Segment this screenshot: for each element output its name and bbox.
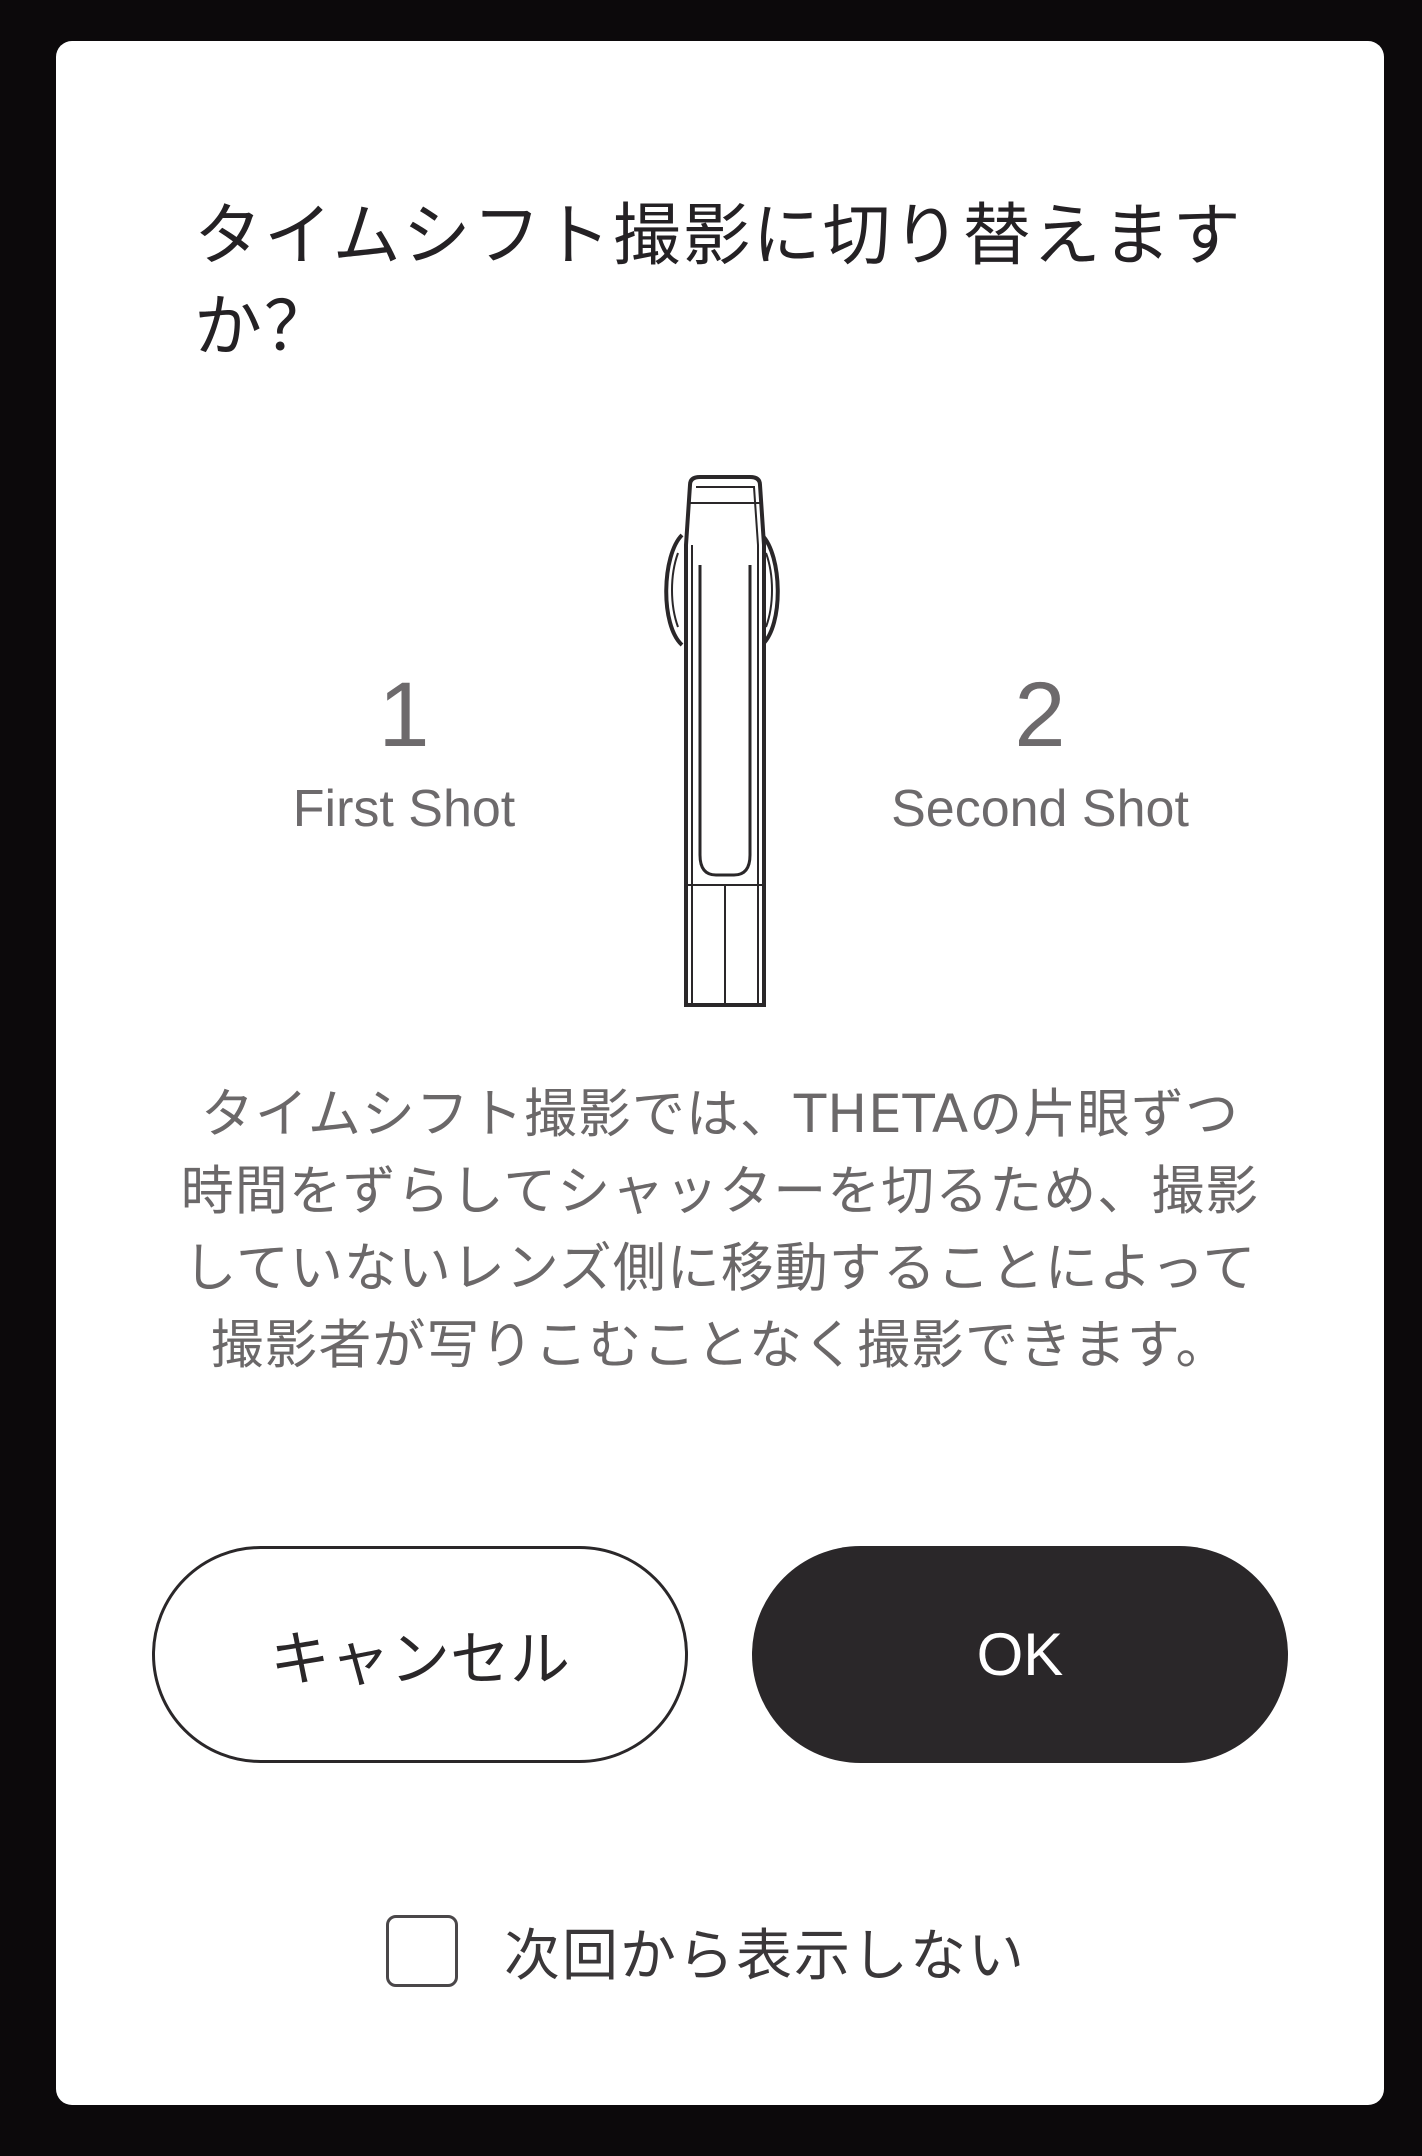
ok-button-label: OK <box>976 1621 1064 1688</box>
first-shot-label: First Shot <box>292 780 516 838</box>
ok-button[interactable]: OK <box>752 1546 1288 1763</box>
dont-show-again-checkbox[interactable] <box>386 1915 458 1987</box>
dont-show-again-row[interactable]: 次回から表示しない <box>386 1911 1026 1991</box>
first-shot-number: 1 <box>378 664 430 766</box>
cancel-button-label: キャンセル <box>270 1625 570 1695</box>
timeshift-diagram: 1 First Shot 2 Second Shot <box>56 41 1384 1041</box>
second-shot-label: Second Shot <box>891 780 1189 838</box>
timeshift-dialog: タイムシフト撮影に切り替えますか？ 1 First Shot 2 Second … <box>56 41 1384 2105</box>
dont-show-again-label[interactable]: 次回から表示しない <box>504 1911 1026 1992</box>
cancel-button[interactable]: キャンセル <box>152 1546 688 1763</box>
dialog-description: タイムシフト撮影では、THETAの片眼ずつ時間をずらしてシャッターを切るため、撮… <box>180 1084 1260 1376</box>
theta-camera-illustration <box>664 475 780 1007</box>
second-shot-number: 2 <box>1014 664 1066 766</box>
